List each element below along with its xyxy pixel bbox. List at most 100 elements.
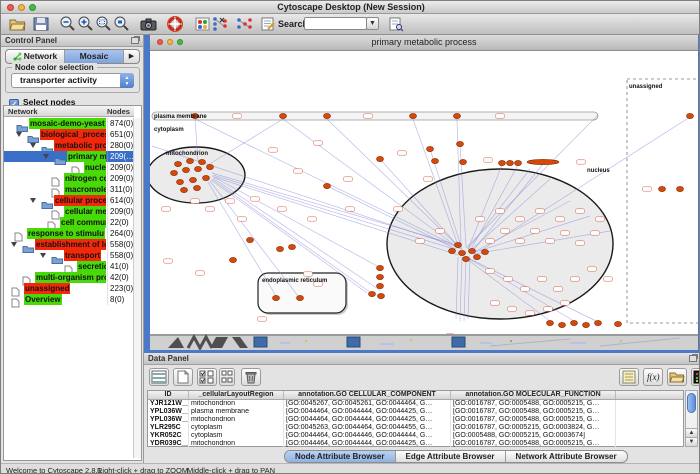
cell-cellular[interactable]: [GO:0044464, GO:0044444, GO:0044425, G…: [284, 416, 451, 424]
network-node[interactable]: [369, 291, 376, 296]
tree-col-network[interactable]: Network: [8, 107, 38, 116]
cell-id[interactable]: YLR295C: [148, 424, 189, 432]
small-node-label[interactable]: [294, 169, 303, 173]
small-node-label[interactable]: [501, 229, 510, 233]
small-node-label[interactable]: [486, 269, 495, 273]
annotation-icon[interactable]: [259, 16, 279, 33]
network-node[interactable]: [432, 158, 439, 163]
tree-row[interactable]: cell communicat22(0): [4, 217, 134, 228]
cell-cellular[interactable]: [GO:0045267, GO:0045261, GO:0044464, G…: [284, 400, 451, 408]
tree-row[interactable]: macromolecule311(0): [4, 184, 134, 195]
small-node-label[interactable]: [344, 177, 353, 181]
network-graph[interactable]: plasma membranecytoplasmmitochondrionnuc…: [150, 51, 698, 334]
small-node-label[interactable]: [394, 207, 403, 211]
cell-region[interactable]: cytoplasm: [189, 432, 284, 440]
zoom-selected-icon[interactable]: [95, 16, 115, 33]
network-node[interactable]: [187, 158, 194, 163]
network-node[interactable]: [273, 295, 280, 300]
network-node[interactable]: [175, 161, 182, 166]
tree-row[interactable]: biological_process651(0): [4, 129, 134, 140]
unhide-nodes-icon[interactable]: [235, 16, 255, 33]
cell-region[interactable]: plasma membrane: [189, 408, 284, 416]
network-node[interactable]: [615, 321, 622, 326]
cell-region[interactable]: cytoplasm: [189, 424, 284, 432]
function-builder-icon[interactable]: f(x): [643, 368, 663, 386]
tree-row[interactable]: response to stimulu264(0): [4, 228, 134, 239]
disclosure-triangle-icon[interactable]: [40, 253, 46, 258]
network-node[interactable]: [499, 160, 506, 165]
small-node-label[interactable]: [526, 311, 535, 315]
disclosure-triangle-icon[interactable]: [16, 132, 22, 137]
tree-row[interactable]: multi-organism pro42(0): [4, 272, 134, 283]
network-node[interactable]: [482, 249, 489, 254]
tab-edge-attribute-browser[interactable]: Edge Attribute Browser: [396, 451, 506, 462]
network-node[interactable]: [677, 186, 684, 191]
network-window-titlebar[interactable]: primary metabolic process: [150, 35, 698, 51]
small-node-label[interactable]: [304, 272, 313, 276]
cell-molecular[interactable]: [GO:0016787, GO:0005488, GO:0005215, G…: [451, 440, 616, 448]
network-node[interactable]: [571, 320, 578, 325]
disclosure-triangle-icon[interactable]: [43, 154, 49, 159]
network-node[interactable]: [474, 254, 481, 259]
col-header-region[interactable]: _cellularLayoutRegion: [189, 391, 284, 399]
search-options-icon[interactable]: [387, 16, 407, 33]
tree-row[interactable]: unassigned223(0): [4, 283, 134, 294]
small-node-label[interactable]: [191, 199, 200, 203]
tree-row[interactable]: Overview8(0): [4, 294, 134, 305]
select-attributes-icon[interactable]: [197, 368, 217, 386]
network-node[interactable]: [195, 166, 202, 171]
cell-cellular[interactable]: [GO:0044464, GO:0044446, GO:0044444, G…: [284, 432, 451, 440]
cell-filler[interactable]: [616, 440, 683, 448]
network-node[interactable]: [463, 256, 470, 261]
tree-row[interactable]: transport558(0): [4, 250, 134, 261]
network-node[interactable]: [181, 187, 188, 192]
network-node[interactable]: [377, 283, 384, 288]
cell-filler[interactable]: [616, 416, 683, 424]
small-node-label[interactable]: [561, 231, 570, 235]
network-node[interactable]: [559, 322, 566, 327]
tab-mosaic[interactable]: Mosaic: [65, 50, 124, 63]
small-node-label[interactable]: [233, 114, 242, 118]
small-node-label[interactable]: [496, 209, 505, 213]
network-node[interactable]: [183, 167, 190, 172]
small-node-label[interactable]: [516, 217, 525, 221]
network-node[interactable]: [289, 244, 296, 249]
tree-row[interactable]: mosaic-demo-yeast874(0): [4, 118, 134, 129]
scroll-up-icon[interactable]: ▲: [686, 428, 697, 437]
small-node-label[interactable]: [416, 239, 425, 243]
network-node[interactable]: [659, 186, 666, 191]
small-node-label[interactable]: [251, 197, 260, 201]
network-node[interactable]: [583, 322, 590, 327]
small-node-label[interactable]: [424, 177, 433, 181]
network-node[interactable]: [324, 113, 331, 118]
small-node-label[interactable]: [364, 114, 373, 118]
network-node[interactable]: [427, 146, 434, 151]
small-node-label[interactable]: [278, 207, 287, 211]
cell-id[interactable]: YJR121W__1: [148, 400, 189, 408]
small-node-label[interactable]: [496, 114, 505, 118]
matrix-view-icon[interactable]: [691, 368, 700, 386]
network-node[interactable]: [455, 242, 462, 247]
table-row[interactable]: YPL036W__2plasma membrane[GO:0044464, GO…: [148, 408, 683, 416]
disclosure-triangle-icon[interactable]: [30, 198, 36, 203]
small-node-label[interactable]: [591, 231, 600, 235]
tree-row[interactable]: cellular process614(0): [4, 195, 134, 206]
network-node[interactable]: [171, 170, 178, 175]
small-node-label[interactable]: [484, 158, 493, 162]
disclosure-triangle-icon[interactable]: [30, 143, 36, 148]
network-node[interactable]: [194, 185, 201, 190]
tree-row[interactable]: establishment of lo558(0): [4, 239, 134, 250]
cell-filler[interactable]: [616, 408, 683, 416]
small-node-label[interactable]: [546, 239, 555, 243]
save-icon[interactable]: [32, 16, 52, 33]
small-node-label[interactable]: [577, 160, 586, 164]
col-header-cellular[interactable]: annotation.GO CELLULAR_COMPONENT: [284, 391, 451, 399]
small-node-label[interactable]: [162, 207, 171, 211]
small-node-label[interactable]: [536, 209, 545, 213]
small-node-label[interactable]: [258, 317, 267, 321]
tree-col-nodes[interactable]: Nodes: [107, 107, 130, 116]
network-node[interactable]: [230, 257, 237, 262]
small-node-label[interactable]: [308, 217, 317, 221]
small-node-label[interactable]: [486, 239, 495, 243]
cell-id[interactable]: YKR052C: [148, 432, 189, 440]
